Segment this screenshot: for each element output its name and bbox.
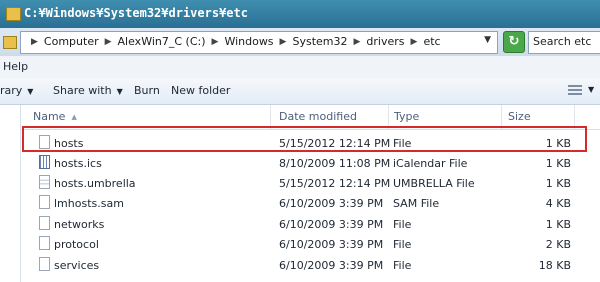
refresh-icon: ↻ — [508, 34, 520, 49]
chevron-right-icon[interactable]: ▶ — [212, 37, 219, 47]
file-row-lmhosts-sam[interactable]: lmhosts.sam 6/10/2009 3:39 PM SAM File 4… — [21, 194, 600, 214]
calendar-file-icon — [39, 155, 50, 169]
file-type: iCalendar File — [393, 157, 468, 170]
file-date: 5/15/2012 12:14 PM — [279, 177, 391, 190]
breadcrumb-system32[interactable]: System32 — [292, 35, 347, 48]
file-row-protocol[interactable]: protocol 6/10/2009 3:39 PM File 2 KB — [21, 235, 600, 255]
file-name: hosts.ics — [54, 157, 102, 170]
column-size-label: Size — [508, 110, 531, 123]
window-title: C:¥Windows¥System32¥drivers¥etc — [24, 6, 248, 20]
file-row-services[interactable]: services 6/10/2009 3:39 PM File 18 KB — [21, 256, 600, 276]
file-row-hosts-umbrella[interactable]: hosts.umbrella 5/15/2012 12:14 PM UMBREL… — [21, 174, 600, 194]
dropdown-arrow-icon: ▼ — [27, 87, 34, 96]
menu-help[interactable]: Help — [3, 60, 28, 73]
address-bar[interactable]: ▶ Computer ▶ AlexWin7_C (C:) ▶ Windows ▶… — [20, 31, 498, 54]
file-icon — [39, 236, 50, 250]
file-date: 6/10/2009 3:39 PM — [279, 238, 384, 251]
file-date: 6/10/2009 3:39 PM — [279, 197, 384, 210]
file-date: 6/10/2009 3:39 PM — [279, 218, 384, 231]
library-label: rary — [0, 84, 23, 97]
breadcrumb-etc[interactable]: etc — [423, 35, 440, 48]
search-input[interactable]: Search etc — [528, 31, 600, 54]
chevron-right-icon[interactable]: ▶ — [31, 37, 38, 47]
file-name: networks — [54, 218, 105, 231]
breadcrumb-drivers[interactable]: drivers — [366, 35, 404, 48]
share-with-label: Share with — [53, 84, 112, 97]
title-bar: C:¥Windows¥System32¥drivers¥etc — [0, 0, 600, 28]
toolbar: rary ▼ Share with ▼ Burn New folder ▼ — [0, 78, 600, 105]
file-type: File — [393, 238, 412, 251]
file-size: 1 KB — [545, 157, 571, 170]
column-type-label: Type — [394, 110, 420, 123]
highlight-box — [22, 126, 587, 152]
chevron-down-icon[interactable]: ▼ — [588, 85, 594, 94]
file-size: 1 KB — [545, 218, 571, 231]
file-type: File — [393, 259, 412, 272]
file-size: 4 KB — [545, 197, 571, 210]
umbrella-file-icon — [39, 175, 50, 189]
file-size: 1 KB — [545, 177, 571, 190]
file-row-networks[interactable]: networks 6/10/2009 3:39 PM File 1 KB — [21, 215, 600, 235]
chevron-right-icon[interactable]: ▶ — [411, 37, 418, 47]
views-icon[interactable] — [568, 85, 582, 95]
chevron-right-icon[interactable]: ▶ — [354, 37, 361, 47]
menu-bar: Help — [0, 56, 600, 79]
file-icon — [39, 216, 50, 230]
burn-button[interactable]: Burn — [134, 84, 160, 97]
chevron-right-icon[interactable]: ▶ — [280, 37, 287, 47]
file-name: lmhosts.sam — [54, 197, 124, 210]
library-button[interactable]: rary ▼ — [0, 84, 33, 97]
sort-up-icon: ▲ — [71, 113, 77, 121]
file-size: 18 KB — [538, 259, 571, 272]
file-size: 2 KB — [545, 238, 571, 251]
file-date: 8/10/2009 11:08 PM — [279, 157, 391, 170]
navigation-pane[interactable] — [0, 105, 21, 282]
breadcrumb-drive[interactable]: AlexWin7_C (C:) — [118, 35, 206, 48]
search-placeholder: Search etc — [533, 35, 592, 48]
file-name: services — [54, 259, 100, 272]
file-name: hosts.umbrella — [54, 177, 136, 190]
file-type: File — [393, 218, 412, 231]
chevron-down-icon[interactable]: ▼ — [484, 35, 491, 45]
folder-icon — [6, 7, 21, 21]
dropdown-arrow-icon: ▼ — [116, 87, 123, 96]
file-row-hosts-ics[interactable]: hosts.ics 8/10/2009 11:08 PM iCalendar F… — [21, 154, 600, 174]
breadcrumb-computer[interactable]: Computer — [44, 35, 99, 48]
file-type: UMBRELLA File — [393, 177, 475, 190]
breadcrumb-windows[interactable]: Windows — [224, 35, 273, 48]
column-date-label: Date modified — [279, 110, 357, 123]
column-name-label: Name — [33, 110, 66, 123]
file-date: 6/10/2009 3:39 PM — [279, 259, 384, 272]
file-type: SAM File — [393, 197, 440, 210]
refresh-button[interactable]: ↻ — [503, 31, 525, 53]
chevron-right-icon[interactable]: ▶ — [105, 37, 112, 47]
file-icon — [39, 257, 50, 271]
file-name: protocol — [54, 238, 99, 251]
breadcrumb: ▶ Computer ▶ AlexWin7_C (C:) ▶ Windows ▶… — [25, 35, 441, 48]
file-icon — [39, 195, 50, 209]
share-with-button[interactable]: Share with ▼ — [53, 84, 123, 97]
new-folder-button[interactable]: New folder — [171, 84, 230, 97]
folder-icon — [3, 36, 17, 49]
